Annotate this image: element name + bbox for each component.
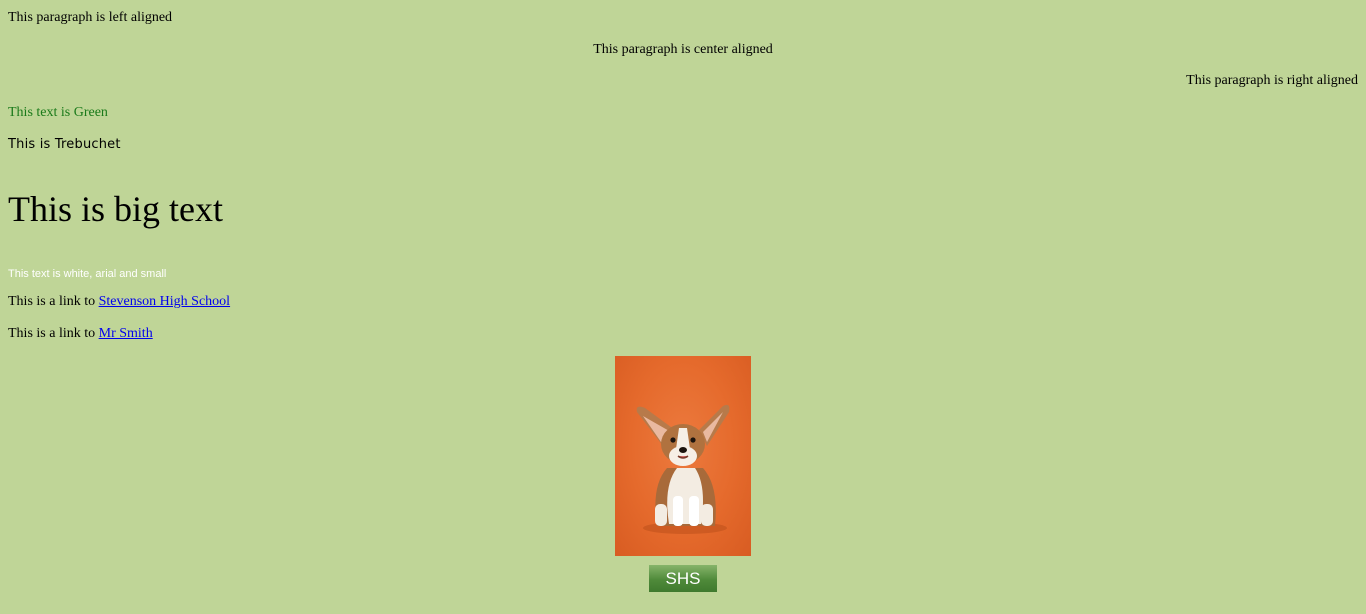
puppy-illustration [636,404,730,534]
left-aligned-paragraph: This paragraph is left aligned [8,10,173,25]
puppy-photo [615,356,751,556]
small-white-text-paragraph: This text is white, arial and small [8,268,167,280]
shs-button[interactable]: SHS [649,565,717,592]
green-text-paragraph: This text is Green [8,105,108,120]
link-prefix: This is a link to [8,326,99,341]
link-paragraph-stevenson: This is a link to Stevenson High School [8,293,230,311]
center-aligned-paragraph: This paragraph is center aligned [593,42,773,57]
trebuchet-paragraph: This is Trebuchet [8,137,121,152]
stevenson-high-school-link[interactable]: Stevenson High School [99,294,230,309]
right-aligned-paragraph: This paragraph is right aligned [1186,73,1358,88]
link-paragraph-mr-smith: This is a link to Mr Smith [8,325,153,343]
big-text-paragraph: This is big text [8,189,223,229]
link-prefix: This is a link to [8,294,99,309]
mr-smith-link[interactable]: Mr Smith [99,326,153,341]
